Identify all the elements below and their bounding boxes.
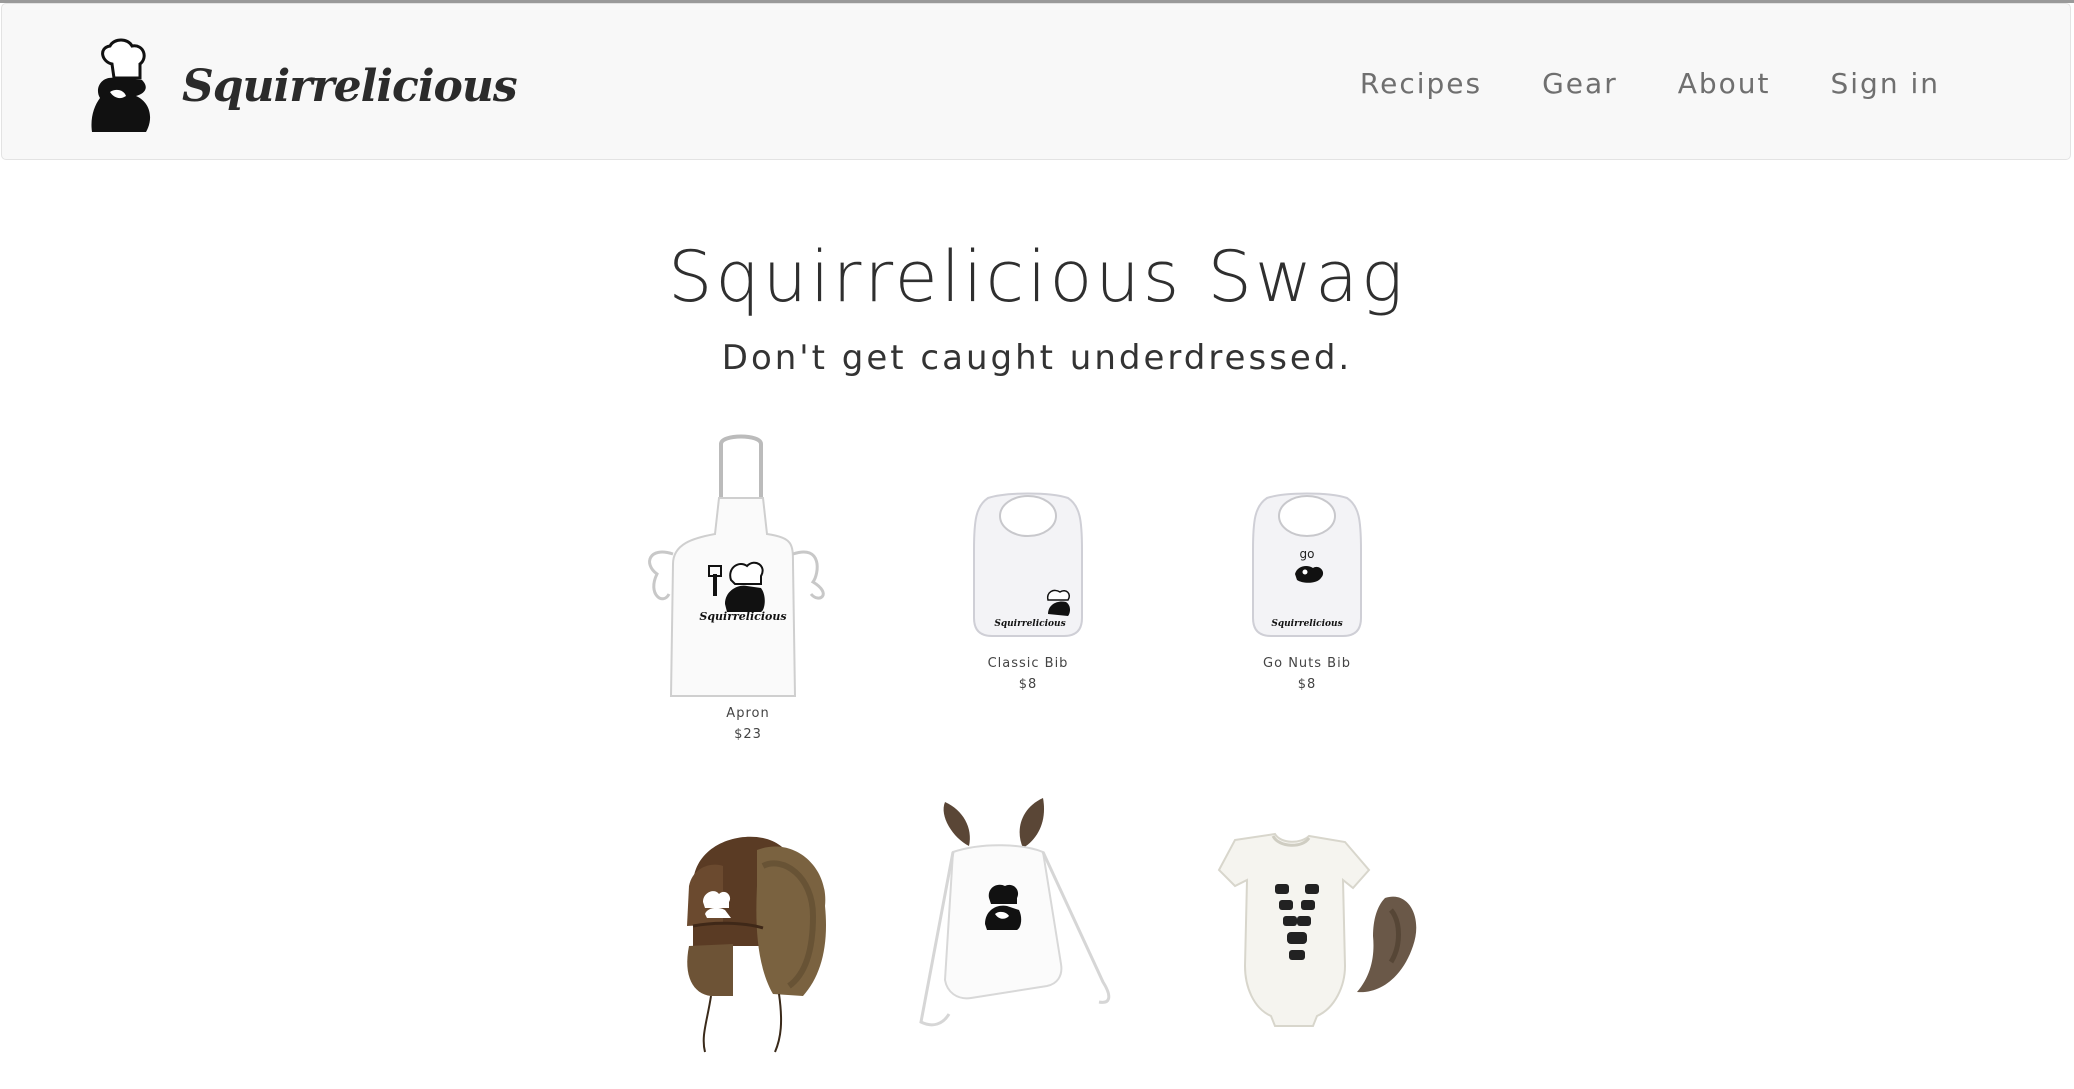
product-card-backpack[interactable]	[908, 792, 1148, 1042]
apron-print-text: Squirrelicious	[699, 610, 786, 623]
product-card-classic-bib[interactable]: Squirrelicious Classic Bib $8	[908, 490, 1148, 692]
product-name[interactable]: Classic Bib	[908, 656, 1148, 671]
nav-recipes[interactable]: Recipes	[1360, 67, 1482, 100]
product-name[interactable]: Go Nuts Bib	[1187, 656, 1427, 671]
bib-top-text: go	[1300, 547, 1315, 561]
nav-gear[interactable]: Gear	[1542, 67, 1618, 100]
brand-name: Squirrelicious	[182, 60, 518, 112]
page-title: Squirrelicious Swag	[667, 236, 1407, 318]
bib-print-text: Squirrelicious	[994, 619, 1065, 629]
page-subtitle: Don't get caught underdressed.	[721, 338, 1353, 378]
product-price: $23	[734, 727, 762, 742]
chef-squirrel-logo-icon	[91, 38, 151, 132]
product-price: $8	[1297, 677, 1317, 692]
product-card-apron[interactable]: Squirrelicious Apron $23	[628, 434, 868, 742]
product-card-onesie[interactable]	[1200, 826, 1440, 1036]
nav-about[interactable]: About	[1678, 67, 1771, 100]
fur-trapper-hat-image[interactable]	[653, 826, 843, 1058]
product-card-hat[interactable]	[628, 826, 868, 1058]
product-name[interactable]: Apron	[628, 706, 868, 721]
product-card-go-nuts-bib[interactable]: go Squirrelicious Go Nuts Bib $8	[1187, 490, 1427, 692]
drawstring-backpack-with-ears-image[interactable]	[913, 792, 1143, 1042]
product-price: $8	[1018, 677, 1038, 692]
navbar: Squirrelicious Recipes Gear About Sign i…	[1, 3, 2071, 160]
bib-image[interactable]: Squirrelicious	[968, 490, 1088, 650]
brand-link[interactable]: Squirrelicious	[84, 38, 518, 134]
apron-image[interactable]: Squirrelicious	[643, 434, 853, 700]
bib-go-nuts-image[interactable]: go Squirrelicious	[1247, 490, 1367, 650]
main-nav: Recipes Gear About Sign in	[1300, 67, 1940, 100]
onesie-with-tail-image[interactable]	[1205, 826, 1435, 1036]
bib-print-text: Squirrelicious	[1271, 619, 1342, 629]
nav-sign-in[interactable]: Sign in	[1831, 67, 1941, 100]
